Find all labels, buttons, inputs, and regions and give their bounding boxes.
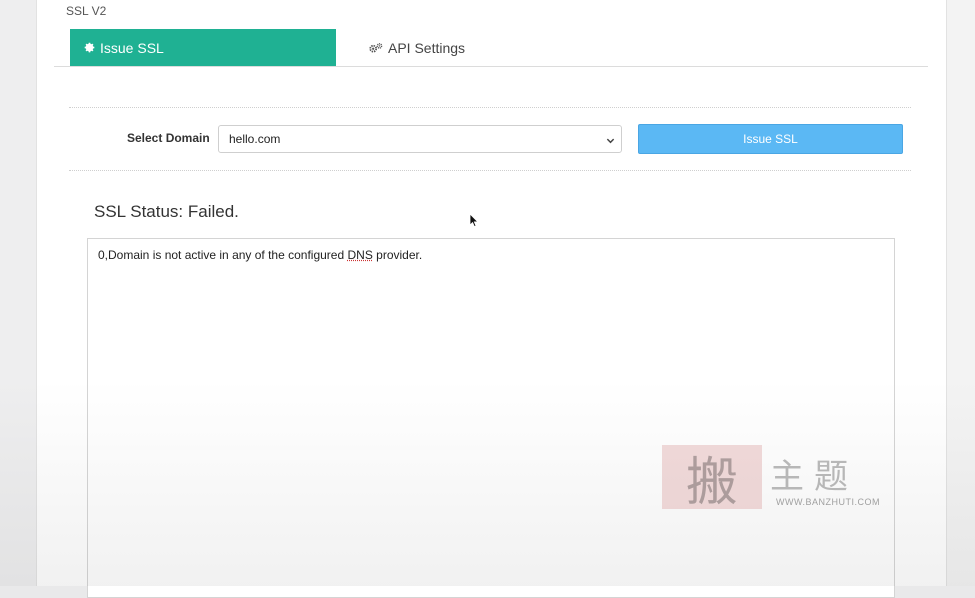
tab-api-settings-label: API Settings [388,39,466,56]
panel-title: SSL V2 [66,4,107,18]
mouse-cursor-icon [469,213,479,233]
tab-api-settings[interactable]: API Settings [367,29,517,66]
tab-issue-ssl-label: Issue SSL [100,39,164,56]
log-text-suffix: provider. [372,248,423,262]
log-text-prefix: 0,Domain is not active in any of the con… [98,248,348,262]
issue-ssl-button[interactable]: Issue SSL [638,124,903,154]
watermark-stamp: 搬 [662,445,762,513]
select-domain-label: Select Domain [127,131,210,145]
chevron-down-icon [606,134,615,148]
divider-top [69,107,911,108]
watermark-characters: 主题 [770,457,858,497]
left-sidebar-strip [0,0,37,586]
ssl-status-log: 0,Domain is not active in any of the con… [87,238,895,598]
tab-issue-ssl[interactable]: Issue SSL [70,29,336,66]
gear-icon [84,42,95,53]
watermark-url: WWW.BANZHUTI.COM [776,497,880,507]
divider-bottom [69,170,911,171]
gears-icon [369,42,383,54]
log-text-dns: DNS [347,248,373,262]
ssl-status-title: SSL Status: Failed. [94,202,239,221]
site-watermark: 搬 主题 WWW.BANZHUTI.COM [662,445,892,513]
domain-select-value: hello.com [229,132,281,146]
tab-bar: Issue SSL API Settings [54,29,928,67]
right-scroll-strip [946,0,975,586]
domain-select[interactable]: hello.com [218,125,622,153]
